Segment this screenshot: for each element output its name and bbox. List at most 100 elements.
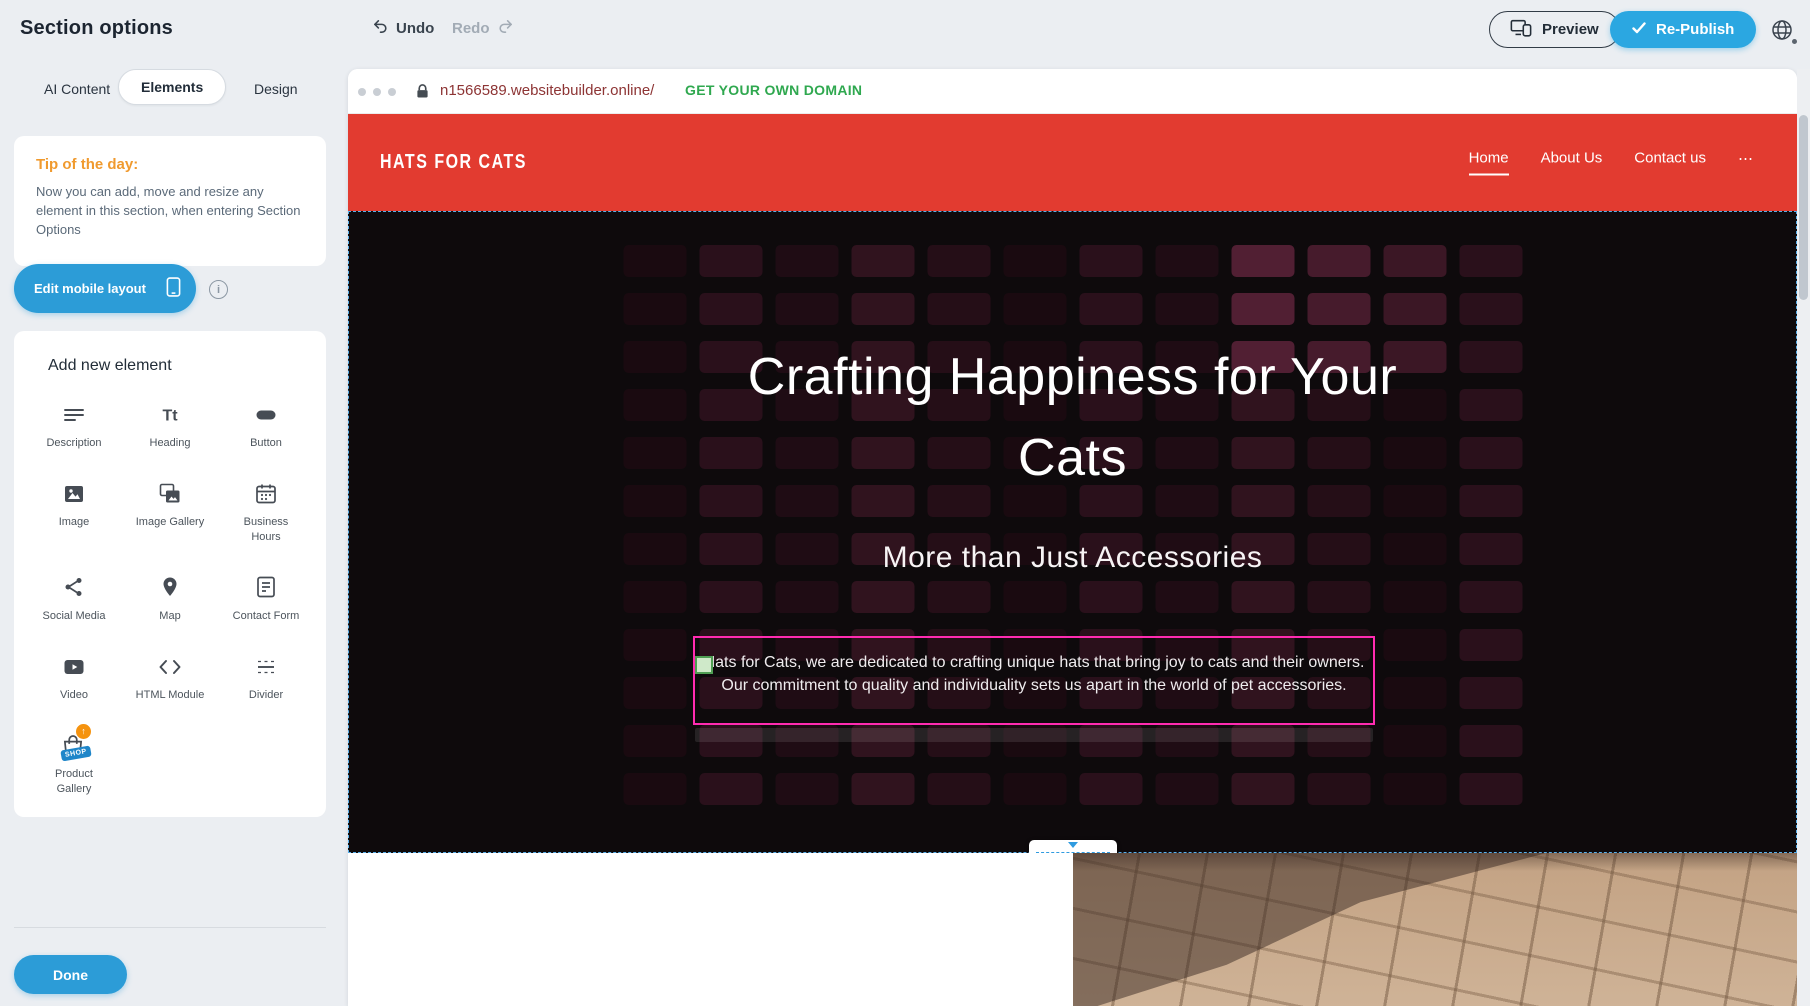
hero-tile bbox=[927, 245, 990, 277]
preview-button[interactable]: Preview bbox=[1489, 11, 1620, 48]
hero-tile bbox=[775, 293, 838, 325]
tip-title: Tip of the day: bbox=[36, 156, 304, 173]
add-element-title: Add new element bbox=[26, 357, 314, 375]
element-product-gallery[interactable]: SHOP ↑ Product Gallery bbox=[26, 732, 122, 796]
selected-text-element[interactable]: Hats for Cats, we are dedicated to craft… bbox=[693, 636, 1375, 725]
hero-tile bbox=[1079, 773, 1142, 805]
map-pin-icon bbox=[158, 574, 182, 601]
republish-label: Re-Publish bbox=[1656, 21, 1734, 38]
nav-more-icon[interactable]: ⋯ bbox=[1738, 149, 1753, 176]
hero-tile bbox=[927, 581, 990, 613]
nav-home[interactable]: Home bbox=[1469, 149, 1509, 175]
svg-text:Tt: Tt bbox=[162, 407, 178, 424]
hero-tile bbox=[1459, 581, 1522, 613]
photo-top-shadow bbox=[1073, 853, 1797, 871]
element-html-module[interactable]: HTML Module bbox=[122, 653, 218, 702]
hero-tile bbox=[1383, 725, 1446, 757]
tab-design[interactable]: Design bbox=[248, 80, 304, 98]
hero-section-selected[interactable]: Crafting Happiness for Your Cats More th… bbox=[348, 211, 1797, 853]
hero-tile bbox=[623, 629, 686, 661]
hero-tile bbox=[1079, 581, 1142, 613]
element-video[interactable]: Video bbox=[26, 653, 122, 702]
hero-tile bbox=[775, 773, 838, 805]
element-image-gallery[interactable]: Image Gallery bbox=[122, 480, 218, 544]
language-globe-button[interactable] bbox=[1764, 12, 1800, 48]
hero-tile bbox=[623, 293, 686, 325]
element-ghost-outline bbox=[695, 728, 1373, 742]
arrow-down-icon bbox=[1068, 842, 1078, 848]
element-social-media[interactable]: Social Media bbox=[26, 574, 122, 623]
floor-tiles-photo bbox=[1073, 853, 1797, 1006]
hero-tile bbox=[1003, 293, 1066, 325]
code-icon bbox=[158, 653, 182, 680]
hero-tile bbox=[1155, 293, 1218, 325]
calendar-icon bbox=[254, 480, 278, 507]
redo-label: Redo bbox=[452, 20, 490, 37]
hero-tile bbox=[1003, 581, 1066, 613]
nav-contact-us[interactable]: Contact us bbox=[1634, 149, 1706, 175]
hero-tile bbox=[1383, 629, 1446, 661]
app-root: Section options Undo Redo Preview Re-Pub… bbox=[0, 0, 1810, 1006]
site-preview-window: n1566589.websitebuilder.online/ GET YOUR… bbox=[348, 69, 1797, 1006]
hero-tile bbox=[1383, 677, 1446, 709]
element-image[interactable]: Image bbox=[26, 480, 122, 544]
hero-tile bbox=[1155, 581, 1218, 613]
hero-tile bbox=[623, 677, 686, 709]
site-canvas: HATS FOR CATS Home About Us Contact us ⋯… bbox=[348, 114, 1797, 1006]
element-heading[interactable]: Tt Heading bbox=[122, 401, 218, 450]
hero-tile bbox=[1003, 773, 1066, 805]
tab-ai-content[interactable]: AI Content bbox=[38, 80, 116, 98]
edit-mobile-layout-button[interactable]: Edit mobile layout bbox=[14, 264, 196, 313]
undo-icon bbox=[372, 18, 389, 39]
add-element-panel: Add new element Description Tt Heading B… bbox=[14, 331, 326, 817]
republish-button[interactable]: Re-Publish bbox=[1610, 11, 1756, 48]
hero-tile bbox=[1383, 773, 1446, 805]
hero-tile bbox=[1155, 773, 1218, 805]
description-icon bbox=[62, 401, 86, 428]
nav-about-us[interactable]: About Us bbox=[1541, 149, 1603, 175]
done-button[interactable]: Done bbox=[14, 955, 127, 994]
hero-heading[interactable]: Crafting Happiness for Your Cats bbox=[348, 337, 1797, 498]
site-logo[interactable]: HATS FOR CATS bbox=[380, 151, 527, 174]
shop-bag-icon: SHOP ↑ bbox=[60, 733, 88, 759]
hero-tile bbox=[1155, 245, 1218, 277]
site-nav: Home About Us Contact us ⋯ bbox=[1469, 149, 1753, 176]
page-title: Section options bbox=[20, 17, 173, 40]
edit-mobile-label: Edit mobile layout bbox=[34, 281, 146, 296]
hero-tile bbox=[1231, 581, 1294, 613]
hero-tile bbox=[1231, 293, 1294, 325]
lock-icon bbox=[416, 83, 429, 104]
undo-button[interactable]: Undo bbox=[372, 18, 434, 39]
tab-elements[interactable]: Elements bbox=[118, 69, 226, 105]
globe-badge-dot bbox=[1792, 39, 1797, 44]
preview-label: Preview bbox=[1542, 21, 1599, 38]
share-icon bbox=[62, 574, 86, 601]
hero-subheading[interactable]: More than Just Accessories bbox=[348, 541, 1797, 575]
element-contact-form[interactable]: Contact Form bbox=[218, 574, 314, 623]
hero-tile bbox=[775, 581, 838, 613]
redo-button[interactable]: Redo bbox=[452, 18, 514, 39]
hero-tile bbox=[1231, 245, 1294, 277]
hero-tile bbox=[699, 773, 762, 805]
preview-scrollbar[interactable] bbox=[1797, 69, 1810, 1006]
next-section[interactable] bbox=[348, 853, 1797, 1006]
hero-tile bbox=[623, 581, 686, 613]
element-divider[interactable]: Divider bbox=[218, 653, 314, 702]
info-icon[interactable]: i bbox=[209, 280, 228, 299]
element-button[interactable]: Button bbox=[218, 401, 314, 450]
scrollbar-thumb[interactable] bbox=[1799, 115, 1808, 300]
element-description[interactable]: Description bbox=[26, 401, 122, 450]
site-url: n1566589.websitebuilder.online/ bbox=[440, 82, 654, 99]
hero-tile bbox=[623, 725, 686, 757]
redo-icon bbox=[497, 18, 514, 39]
drag-handle[interactable] bbox=[695, 656, 713, 674]
element-business-hours[interactable]: Business Hours bbox=[218, 480, 314, 544]
heading-icon: Tt bbox=[157, 401, 183, 428]
element-map[interactable]: Map bbox=[122, 574, 218, 623]
hero-tile bbox=[1307, 581, 1370, 613]
get-domain-link[interactable]: GET YOUR OWN DOMAIN bbox=[685, 82, 862, 98]
hero-paragraph: Hats for Cats, we are dedicated to craft… bbox=[701, 651, 1367, 697]
check-icon bbox=[1632, 21, 1646, 38]
image-icon bbox=[62, 480, 86, 507]
window-dot-icon bbox=[358, 88, 366, 96]
